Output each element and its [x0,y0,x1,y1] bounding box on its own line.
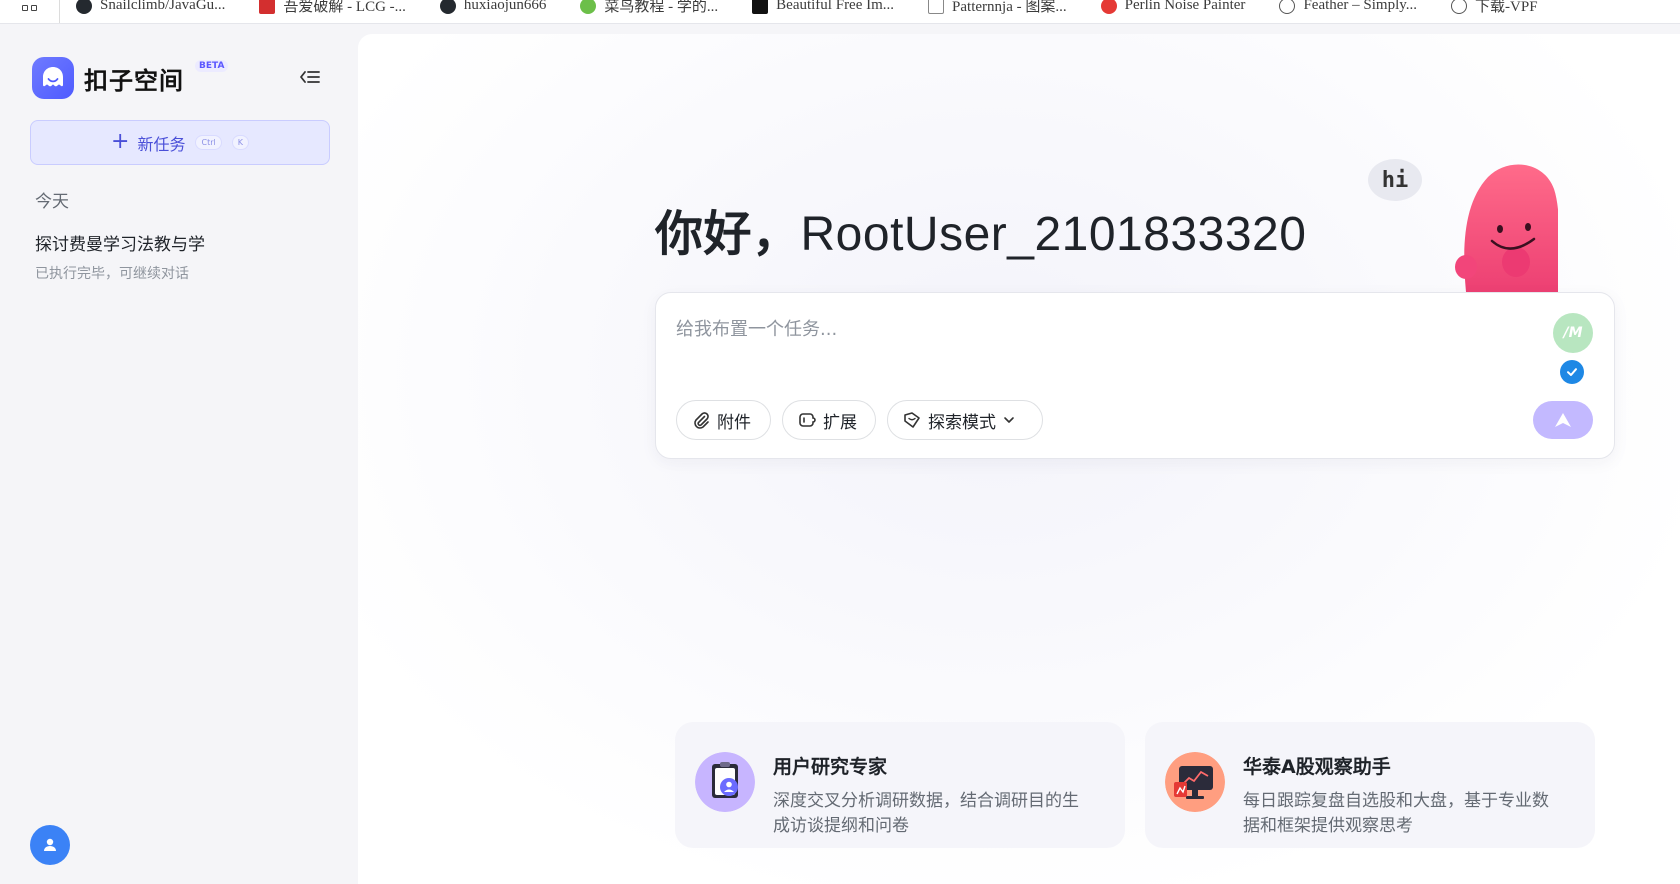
bookmark-label: huxiaojun666 [463,0,547,13]
mode-label: 探索模式 [928,412,996,433]
site-icon [259,0,276,14]
bookmarks-bar: Snailclimb/JavaGu... 吾爱破解 - LCG -... hux… [0,0,1680,24]
bookmark-item[interactable]: huxiaojun666 [439,0,547,18]
greeting-heading: 你好，RootUser_2101833320 [655,194,1306,264]
mode-dropdown[interactable]: 探索模式 [887,400,1043,440]
task-composer: /M 附件 扩展 探索模式 [655,292,1615,459]
bookmark-item[interactable]: 菜鸟教程 - 学的... [580,0,718,18]
apps-icon[interactable] [0,0,60,23]
main-panel: 你好，RootUser_2101833320 hi /M 附件 [358,34,1680,884]
chevron-down-icon [1004,417,1014,423]
history-item-status: 已执行完毕，可继续对话 [35,266,189,282]
new-task-label: 新任务 [137,134,186,154]
bookmark-label: Perlin Noise Painter [1124,0,1246,13]
new-task-button[interactable]: + 新任务 Ctrl K [30,120,330,165]
site-icon [580,0,597,14]
beta-badge: BETA [195,60,229,72]
bookmark-label: 下载-VPF [1475,0,1538,15]
mascot-speech-bubble: hi [1368,159,1422,201]
history-item-title: 探讨费曼学习法教与学 [35,235,205,255]
plus-icon: + [111,128,130,154]
agent-card[interactable]: 华泰A股观察助手 每日跟踪复盘自选股和大盘，基于专业数据和框架提供观察思考 [1145,722,1595,848]
github-icon [439,0,456,14]
bookmark-label: Beautiful Free Im... [776,0,895,13]
site-icon [928,0,945,14]
sidebar: 扣子空间 BETA + 新任务 Ctrl K 今天 探讨费曼学习法教与学 已执行… [0,25,358,884]
bookmark-item[interactable]: 吾爱破解 - LCG -... [259,0,406,18]
attach-button[interactable]: 附件 [676,400,771,440]
tag-icon [904,412,920,428]
send-button[interactable] [1533,401,1593,439]
ghost-logo-icon [32,57,74,99]
feather-icon [1279,0,1296,14]
bookmark-item[interactable]: 下载-VPF [1451,0,1538,18]
app-name: 扣子空间 [84,66,184,95]
collapse-sidebar-button[interactable] [296,63,324,91]
card-description: 每日跟踪复盘自选股和大盘，基于专业数据和框架提供观察思考 [1243,791,1549,836]
send-icon [1555,413,1571,427]
user-research-icon [695,752,755,812]
stock-monitor-icon [1165,752,1225,812]
attach-label: 附件 [717,412,751,433]
globe-icon [1451,0,1468,14]
bookmark-item[interactable]: Snailclimb/JavaGu... [76,0,225,18]
extension-icon [799,413,816,427]
card-description: 深度交叉分析调研数据，结合调研目的生成访谈提纲和问卷 [773,791,1079,836]
app-logo[interactable]: 扣子空间 BETA [32,57,229,99]
shortcut-key-k: K [231,135,249,150]
bookmark-item[interactable]: Beautiful Free Im... [752,0,894,18]
check-icon [1560,360,1584,384]
agent-card[interactable]: 用户研究专家 深度交叉分析调研数据，结合调研目的生成访谈提纲和问卷 [675,722,1125,848]
bookmark-label: Patternnja - 图案... [952,0,1067,15]
bookmark-item[interactable]: Feather – Simply... [1279,0,1417,18]
bookmark-item[interactable]: Perlin Noise Painter [1100,0,1246,18]
model-selector[interactable]: /M [1553,313,1593,353]
history-section-label: 今天 [35,192,69,212]
card-title: 华泰A股观察助手 [1243,756,1391,778]
bookmark-label: 菜鸟教程 - 学的... [604,0,719,15]
history-item[interactable]: 探讨费曼学习法教与学 已执行完毕，可继续对话 [35,230,325,283]
bookmark-item[interactable]: Patternnja - 图案... [928,0,1067,18]
extend-label: 扩展 [823,412,857,433]
username: RootUser_2101833320 [800,208,1307,261]
user-avatar[interactable] [30,825,70,865]
bookmark-label: Feather – Simply... [1303,0,1418,13]
card-title: 用户研究专家 [773,756,888,778]
extend-button[interactable]: 扩展 [782,400,876,440]
greeting-prefix: 你好， [655,206,801,262]
bookmark-label: Snailclimb/JavaGu... [100,0,226,13]
person-icon [44,838,56,851]
bookmark-label: 吾爱破解 - LCG -... [283,0,406,15]
shortcut-key-ctrl: Ctrl [195,135,222,150]
paperclip-icon [694,412,709,429]
task-input[interactable] [676,311,1496,347]
site-icon [1100,0,1117,14]
collapse-icon [300,71,320,83]
site-icon [752,0,769,14]
github-icon [76,0,92,14]
